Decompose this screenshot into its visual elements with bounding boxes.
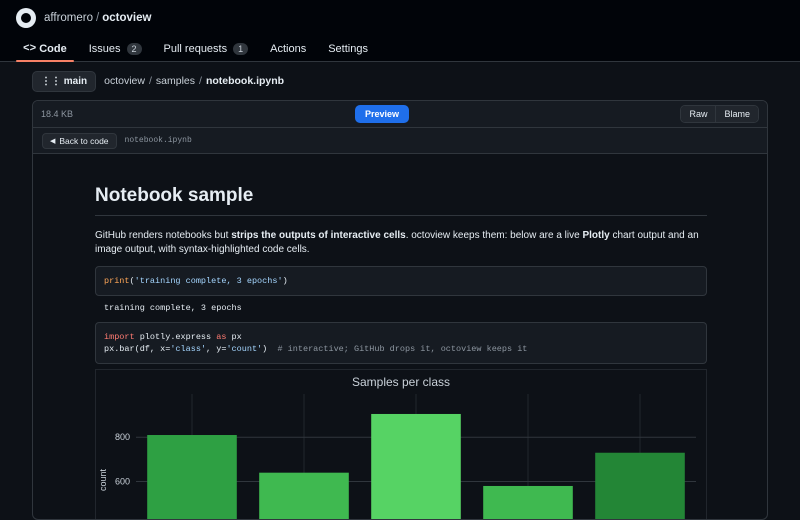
chart-bar — [259, 472, 349, 519]
tab-settings[interactable]: Settings — [321, 36, 375, 61]
tab-label: Code — [39, 42, 67, 55]
code-token: import — [104, 332, 135, 342]
chart-bar — [595, 452, 685, 519]
breadcrumb-separator: / — [199, 75, 202, 87]
code-token: 'training complete, 3 epochs' — [134, 276, 283, 286]
code-comment: # interactive; GitHub drops it, octoview… — [267, 344, 528, 354]
breadcrumb: ⋮⋮ main octoview / samples / notebook.ip… — [0, 63, 800, 99]
notebook-toolbar: ◀ Back to code notebook.ipynb — [33, 128, 767, 154]
notebook-title: Notebook sample — [95, 185, 707, 216]
repo-separator: / — [96, 12, 100, 24]
chart-y-tick-label: 600 — [115, 477, 130, 487]
repo-path: affromero / octoview — [44, 12, 151, 24]
code-icon: <> — [23, 42, 37, 55]
blame-button[interactable]: Blame — [715, 106, 758, 122]
cell-output-1: training complete, 3 epochs — [104, 303, 242, 313]
branch-selector-button[interactable]: ⋮⋮ main — [32, 70, 97, 92]
chart-bar — [371, 413, 461, 519]
intro-text: GitHub renders notebooks but — [95, 230, 232, 241]
tab-code[interactable]: <> Code — [16, 36, 74, 62]
code-token: , y= — [206, 344, 227, 354]
branch-name: main — [63, 75, 88, 87]
code-token: plotly.express — [134, 332, 217, 342]
intro-bold: Plotly — [582, 230, 610, 241]
chart-bar — [147, 435, 237, 519]
file-viewer: 18.4 KB Preview Raw Blame ◀ Back to code… — [32, 100, 768, 520]
code-token: as — [216, 332, 227, 342]
notebook-intro: GitHub renders notebooks but strips the … — [95, 229, 707, 257]
raw-blame-group: Raw Blame — [680, 105, 759, 123]
raw-button[interactable]: Raw — [681, 106, 716, 122]
breadcrumb-separator: / — [148, 75, 152, 87]
code-token: ) — [282, 276, 288, 286]
preview-button[interactable]: Preview — [355, 105, 410, 123]
code-token: 'class' — [170, 344, 207, 354]
breadcrumb-folder-link[interactable]: samples — [156, 75, 195, 87]
branch-icon: ⋮⋮ — [41, 75, 64, 87]
intro-text: . octoview keeps them: below are a live — [405, 230, 583, 241]
bar-chart-svg: Samples per class400600800count — [98, 375, 696, 519]
notebook-content: Notebook sample GitHub renders notebooks… — [95, 182, 707, 519]
tab-pull-requests[interactable]: Pull requests 1 — [157, 36, 256, 61]
chart-title: Samples per class — [352, 375, 450, 389]
tab-label: Actions — [270, 42, 307, 55]
tab-actions[interactable]: Actions — [263, 36, 313, 61]
back-arrow-icon: ◀ — [50, 137, 56, 145]
tab-label: Pull requests — [163, 42, 228, 55]
code-token: 'count' — [226, 344, 263, 354]
file-size: 18.4 KB — [41, 109, 74, 119]
chart-y-tick-label: 800 — [115, 432, 130, 442]
plotly-chart-output[interactable]: Samples per class400600800count — [95, 369, 707, 519]
github-logo-icon[interactable] — [16, 8, 36, 28]
tab-issues[interactable]: Issues 2 — [82, 36, 149, 61]
tab-label: Settings — [328, 42, 368, 55]
file-header: 18.4 KB Preview Raw Blame — [33, 101, 767, 128]
breadcrumb-repo-link[interactable]: octoview — [104, 75, 145, 87]
repo-owner-link[interactable]: affromero — [44, 12, 93, 24]
intro-bold: strips the outputs of interactive cells — [231, 230, 406, 241]
back-to-code-label: Back to code — [59, 135, 109, 146]
issues-counter: 2 — [126, 42, 142, 55]
code-cell-2: import plotly.express as px px.bar(df, x… — [95, 322, 707, 364]
repo-tabs: <> Code Issues 2 Pull requests 1 Actions… — [0, 36, 800, 62]
code-token: px.bar(df, x= — [104, 344, 171, 354]
notebook-filename: notebook.ipynb — [124, 136, 192, 145]
breadcrumb-current-file: notebook.ipynb — [205, 75, 285, 87]
pull-requests-counter: 1 — [233, 42, 249, 55]
tab-label: Issues — [88, 42, 121, 55]
back-to-code-button[interactable]: ◀ Back to code — [42, 132, 117, 149]
code-cell-1: print('training complete, 3 epochs') — [95, 266, 707, 296]
chart-y-axis-label: count — [98, 468, 108, 491]
code-token: px — [226, 332, 242, 342]
top-bar: affromero / octoview — [0, 0, 800, 36]
repo-name-link[interactable]: octoview — [102, 12, 151, 24]
code-token: print — [104, 276, 130, 286]
chart-bar — [483, 485, 573, 519]
